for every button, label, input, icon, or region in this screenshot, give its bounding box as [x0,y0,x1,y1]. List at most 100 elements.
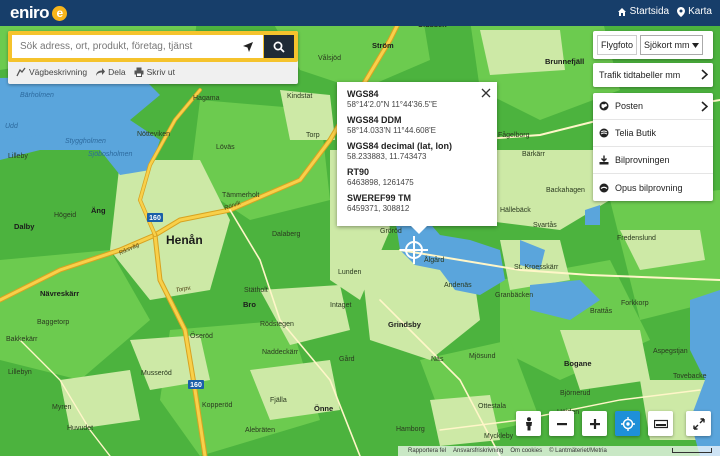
layer-switch: Flygfoto Sjökort mm [593,31,713,59]
place-label: Brunnefjäll [545,57,584,66]
traffic-button[interactable]: Trafik tidtabeller mm [593,63,713,87]
directions-label: Vägbeskrivning [29,67,88,77]
print-icon [134,67,144,77]
chevron-right-icon [701,101,708,112]
place-label: Vålsjöd [318,54,341,62]
place-label: Tämmerholt [222,192,259,199]
place-label: Lillebyn [8,369,32,376]
person-icon [525,416,532,430]
opus-icon [599,183,609,192]
place-label: Baggetorp [37,319,69,326]
coord-wgs84-decimal: WGS84 decimal (lat, lon) 58.233883, 11.7… [347,141,487,162]
my-location-button[interactable] [240,39,256,55]
globe-icon [599,101,609,111]
eniro-logo[interactable]: eniro e [10,3,68,22]
place-label: Aspegstjan [653,348,688,355]
logo-mark: e [52,5,68,21]
place-label: Lilleby [8,153,28,160]
place-label: Dalaberg [272,231,301,238]
coord-label: WGS84 [347,89,379,99]
place-label: Lunden [338,269,361,276]
place-label: Andenäs [444,282,472,289]
nautical-layer-label: Sjökort mm [644,40,690,50]
directions-button[interactable]: Vägbeskrivning [16,67,87,77]
report-link[interactable]: Rapportera fel [408,448,446,454]
poi-item-opus[interactable]: Opus bilprovning [593,174,713,201]
fullscreen-button[interactable] [686,411,711,436]
poi-item-posten[interactable]: Posten [593,93,713,120]
share-icon [96,68,106,76]
search-panel: Vägbeskrivning Dela Skriv ut [8,31,298,84]
place-label: Rödstegen [260,321,294,328]
poi-item-telia[interactable]: Telia Butik [593,120,713,147]
place-label: Alebräten [245,427,275,434]
coord-value: 58°14'2.0"N 11°44'36.5"E [347,100,438,109]
ruler-icon [653,419,668,428]
zoom-in-button[interactable] [582,411,607,436]
navigation-arrow-icon [243,42,253,52]
place-label: Backahagen [546,187,585,194]
place-label: Myren [52,404,72,411]
chevron-right-icon [701,69,708,80]
home-icon [617,7,626,16]
map-pin-icon [677,6,686,17]
place-label: Önne [314,404,333,413]
coord-value: 6459371, 308812 [347,204,410,213]
place-label: Ottestala [478,403,506,410]
home-label: Startsida [629,6,670,17]
aerial-layer-button[interactable]: Flygfoto [597,35,638,55]
search-icon [273,41,285,53]
search-button[interactable] [264,35,294,58]
coord-value: 58.233883, 11.743473 [347,152,427,161]
place-label: Brattås [590,307,613,315]
place-label: Äng [91,206,106,215]
nautical-layer-dropdown[interactable]: Sjökort mm [640,35,704,55]
map-link[interactable]: Karta [677,6,712,17]
poi-item-bilprovningen[interactable]: Bilprovningen [593,147,713,174]
fullscreen-icon [692,417,705,430]
place-label: Bärkärr [522,151,546,158]
street-view-button[interactable] [516,411,541,436]
caret-down-icon [692,43,700,48]
coord-value: 6463898, 1261475 [347,178,414,187]
place-label: Fjälla [270,397,287,404]
poi-label: Opus bilprovning [615,182,683,193]
copyright-text: © Lantmäteriet/Metria [549,448,607,454]
place-label: Björnerud [560,390,590,397]
place-label: Ström [372,41,394,50]
coord-rt90: RT90 6463898, 1261475 [347,167,487,188]
cookies-link[interactable]: Om cookies [510,448,542,454]
home-link[interactable]: Startsida [617,6,669,17]
search-input[interactable] [12,35,263,58]
place-label: Bakkekärr [6,336,38,343]
place-label: Fågelborg [498,131,530,139]
zoom-out-button[interactable] [549,411,574,436]
place-label: Forkkorp [621,300,649,307]
place-label: Nötteviken [137,131,170,138]
poi-label: Posten [615,101,644,111]
liability-link[interactable]: Ansvarsfriskrivning [453,448,503,454]
close-icon[interactable] [481,88,491,98]
place-label: Nävreskärr [40,289,79,298]
share-button[interactable]: Dela [95,67,126,77]
locate-button[interactable] [615,411,640,436]
search-tools: Vägbeskrivning Dela Skriv ut [16,67,175,77]
measure-button[interactable] [648,411,673,436]
place-label: Mjösund [469,353,496,360]
coord-wgs84: WGS84 58°14'2.0"N 11°44'36.5"E [347,89,487,110]
place-label: Ålgård [424,255,444,264]
poi-label: Bilprovningen [615,155,670,165]
place-label: Torp [306,132,320,139]
search-box [8,31,298,62]
print-button[interactable]: Skriv ut [134,67,175,77]
road-number-label: 160 [149,215,161,222]
road-number-label: 160 [190,382,202,389]
place-label: Kopperöd [202,402,232,409]
map-label: Karta [688,6,712,17]
place-label: Näs [431,356,444,363]
place-label: Udd [5,123,19,130]
poi-list: Posten Telia Butik Bilprovningen Opus bi… [593,93,713,201]
place-label: Gård [339,355,355,363]
inspection-icon [599,155,609,165]
place-label: Bro [243,300,256,309]
